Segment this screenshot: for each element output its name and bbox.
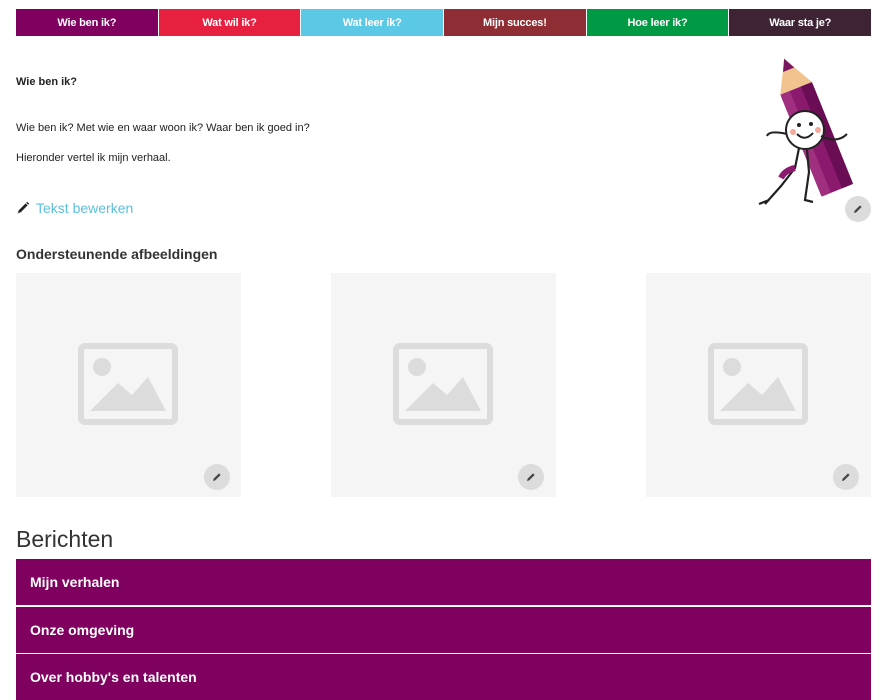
messages-item-label: Mijn verhalen — [30, 574, 120, 590]
edit-icon — [527, 473, 535, 481]
tab-hoe-leer-ik[interactable]: Hoe leer ik? — [586, 9, 730, 36]
image-placeholder-2[interactable] — [331, 273, 556, 497]
messages-title: Berichten — [16, 526, 114, 552]
edit-icon — [854, 205, 862, 213]
edit-image-3-button[interactable] — [833, 464, 859, 490]
top-nav-tabs: Wie ben ik? Wat wil ik? Wat leer ik? Mij… — [16, 9, 872, 36]
tab-wie-ben-ik[interactable]: Wie ben ik? — [16, 9, 159, 36]
intro-text-line-1: Wie ben ik? Met wie en waar woon ik? Waa… — [16, 122, 310, 134]
messages-item-label: Onze omgeving — [30, 622, 135, 638]
messages-item-label: Over hobby's en talenten — [30, 669, 197, 685]
pencil-icon — [16, 201, 30, 215]
messages-item-hobbys-talenten[interactable]: Over hobby's en talenten — [16, 654, 871, 700]
intro-text-line-2: Hieronder vertel ik mijn verhaal. — [16, 152, 171, 164]
edit-icon — [842, 473, 850, 481]
edit-icon — [213, 473, 221, 481]
messages-item-mijn-verhalen[interactable]: Mijn verhalen — [16, 559, 871, 605]
supporting-images-title: Ondersteunende afbeeldingen — [16, 246, 218, 262]
tab-waar-sta-je[interactable]: Waar sta je? — [729, 9, 872, 36]
image-placeholder-icon — [708, 343, 808, 425]
pencil-mascot-illustration — [755, 48, 865, 210]
tab-mijn-succes[interactable]: Mijn succes! — [444, 9, 587, 36]
edit-mascot-button[interactable] — [845, 196, 871, 222]
image-placeholder-icon — [393, 343, 493, 425]
edit-image-2-button[interactable] — [518, 464, 544, 490]
tab-wat-leer-ik[interactable]: Wat leer ik? — [301, 9, 445, 36]
edit-text-label: Tekst bewerken — [36, 200, 134, 216]
messages-item-onze-omgeving[interactable]: Onze omgeving — [16, 607, 871, 653]
image-placeholder-1[interactable] — [16, 273, 241, 497]
image-placeholder-icon — [78, 343, 178, 425]
edit-text-link[interactable]: Tekst bewerken — [16, 200, 133, 216]
intro-heading: Wie ben ik? — [16, 76, 78, 88]
edit-image-1-button[interactable] — [204, 464, 230, 490]
image-placeholder-3[interactable] — [646, 273, 871, 497]
tab-wat-wil-ik[interactable]: Wat wil ik? — [158, 9, 302, 36]
